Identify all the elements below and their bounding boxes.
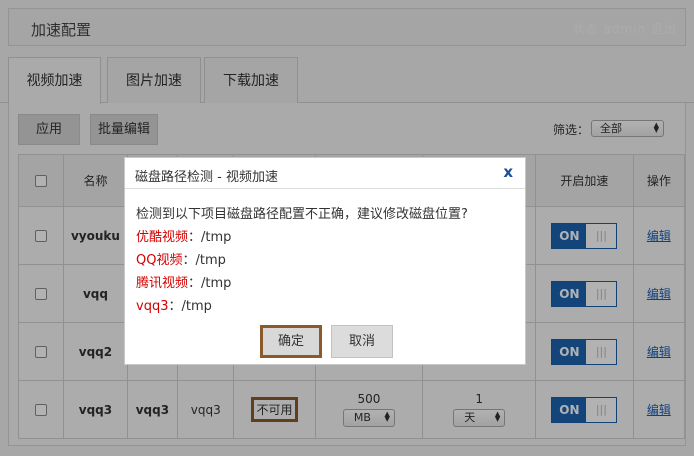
dialog-message: 检测到以下项目磁盘路径配置不正确，建议修改磁盘位置? <box>136 207 468 222</box>
list-item: 腾讯视频：/tmp <box>136 276 232 291</box>
confirm-button[interactable]: 确定 <box>260 325 322 358</box>
close-icon[interactable]: x <box>503 163 513 181</box>
list-item: 优酷视频：/tmp <box>136 230 232 245</box>
disk-path-dialog: 磁盘路径检测 - 视频加速 x 检测到以下项目磁盘路径配置不正确，建议修改磁盘位… <box>124 157 526 365</box>
dialog-title: 磁盘路径检测 - 视频加速 <box>135 170 278 185</box>
list-item: QQ视频：/tmp <box>136 253 226 268</box>
dialog-header: 磁盘路径检测 - 视频加速 x <box>125 158 525 189</box>
dialog-body: 检测到以下项目磁盘路径配置不正确，建议修改磁盘位置? 优酷视频：/tmp QQ视… <box>125 189 525 318</box>
cancel-button[interactable]: 取消 <box>331 325 393 358</box>
list-item: vqq3：/tmp <box>136 299 212 314</box>
